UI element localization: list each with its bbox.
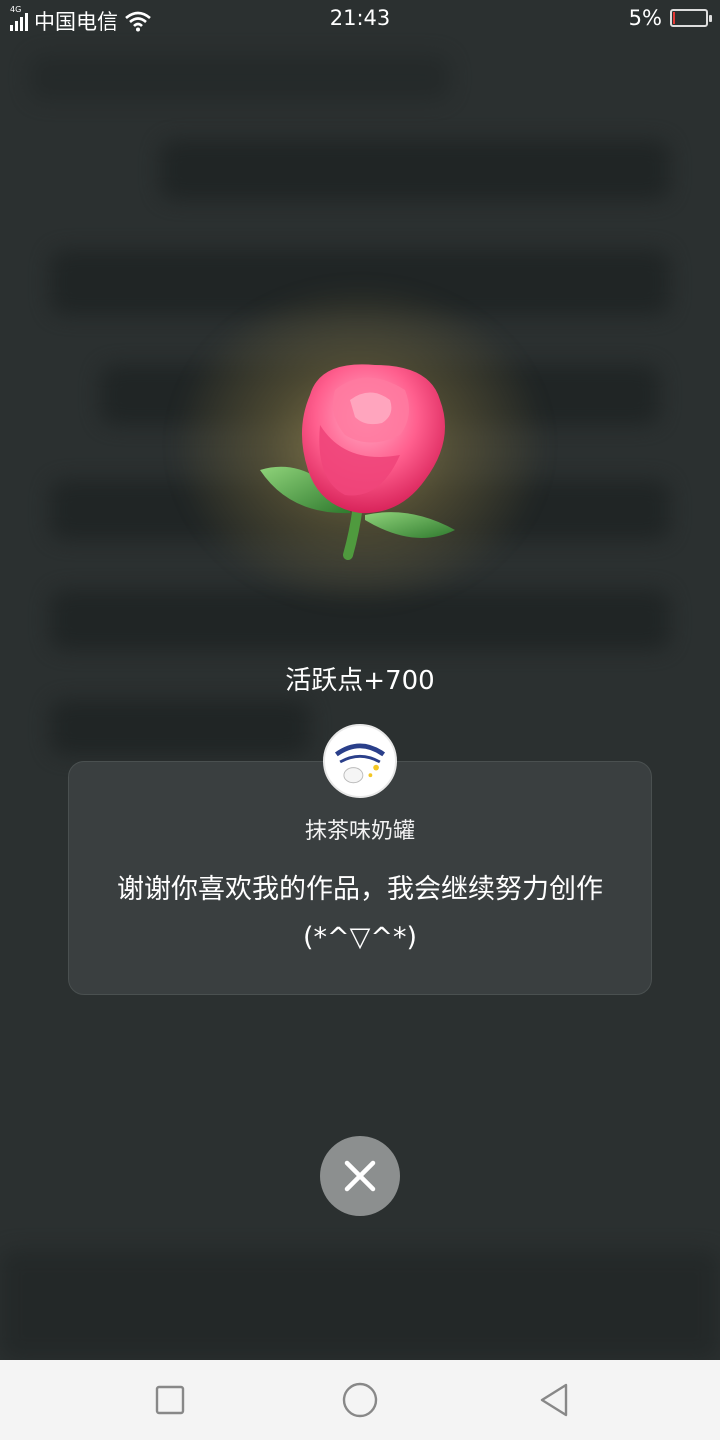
navigation-bar xyxy=(0,1360,720,1440)
close-icon xyxy=(344,1160,376,1192)
battery-percent: 5% xyxy=(628,6,662,30)
reward-text: 活跃点+700 xyxy=(285,666,435,696)
circle-icon xyxy=(342,1382,378,1418)
home-button[interactable] xyxy=(340,1380,380,1420)
back-button[interactable] xyxy=(534,1380,574,1420)
status-bar: 4G 中国电信 21:43 5% xyxy=(0,0,720,38)
battery-icon xyxy=(670,9,712,27)
triangle-back-icon xyxy=(540,1383,568,1417)
battery-fill xyxy=(673,12,675,24)
clock: 21:43 xyxy=(329,6,391,30)
square-icon xyxy=(155,1385,185,1415)
recent-apps-button[interactable] xyxy=(150,1380,190,1420)
thank-you-message: 谢谢你喜欢我的作品，我会继续努力创作(*^▽^*) xyxy=(117,874,603,953)
close-button[interactable] xyxy=(320,1136,400,1216)
author-avatar[interactable] xyxy=(323,724,397,798)
avatar-image xyxy=(327,728,393,794)
rose-icon xyxy=(260,364,455,560)
author-name: 抹茶味奶罐 xyxy=(304,819,415,844)
